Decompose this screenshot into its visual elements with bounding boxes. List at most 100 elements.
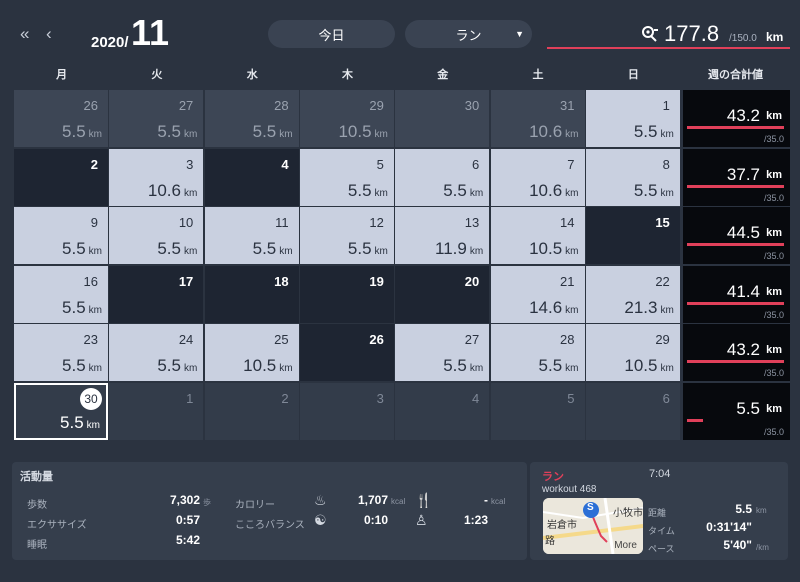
calendar-day-cell[interactable]: 11 5.5 km	[204, 207, 299, 264]
calendar-day-cell[interactable]: 4	[395, 382, 490, 440]
day-distance-value: 5.5	[443, 356, 467, 375]
calendar-day-cell[interactable]: 25 10.5 km	[204, 324, 299, 381]
calendar-day-cell[interactable]: 6	[585, 382, 680, 440]
run-panel[interactable]: ラン 7:04 workout 468 S 岩倉市 小牧市 路 More 距離 …	[530, 462, 788, 560]
today-button[interactable]: 今日	[268, 20, 395, 48]
calendar-day-cell[interactable]: 26 5.5 km	[14, 90, 108, 147]
weekday-wed: 水	[246, 69, 258, 81]
calendar-day-cell[interactable]: 16 5.5 km	[14, 265, 108, 323]
day-distance-unit: km	[279, 129, 293, 140]
calendar-day-cell[interactable]: 14 10.5 km	[490, 207, 585, 264]
day-number: 2	[90, 156, 98, 172]
day-number: 22	[655, 273, 670, 289]
activity-panel[interactable]: 活動量 歩数 7,302 歩 エクササイズ 0:57 睡眠 5:42 カロリー …	[12, 462, 527, 560]
calendar-day-cell[interactable]: 5	[490, 382, 585, 440]
day-distance: 10.5 km	[338, 122, 387, 142]
calendar-day-cell[interactable]: 15	[585, 207, 680, 264]
day-distance-unit: km	[565, 129, 579, 140]
calendar-day-cell[interactable]: 30 5.5 km	[14, 382, 108, 440]
week-goal: /35.0	[763, 368, 784, 378]
calendar-day-cell[interactable]: 4	[204, 148, 299, 206]
calendar-day-cell[interactable]: 27 5.5 km	[395, 324, 490, 381]
exercise-value: 0:57	[175, 513, 200, 527]
day-number: 26	[83, 98, 98, 113]
day-number: 31	[560, 98, 575, 113]
route-map[interactable]: S 岩倉市 小牧市 路 More	[543, 498, 643, 554]
day-number: 29	[655, 332, 670, 347]
calendar-day-cell[interactable]: 17	[109, 265, 204, 323]
calendar-day-cell[interactable]: 12 5.5 km	[299, 207, 394, 264]
week-progress-bar	[687, 126, 784, 129]
day-distance-unit: km	[565, 363, 579, 374]
calendar-day-cell[interactable]: 31 10.6 km	[490, 90, 585, 147]
map-more-link[interactable]: More	[614, 540, 637, 551]
calendar-day-cell[interactable]: 28 5.5 km	[490, 324, 585, 381]
day-distance-unit: km	[88, 246, 102, 257]
day-distance: 10.6 km	[529, 122, 578, 142]
week-total-cell[interactable]: 37.7 km/35.0	[683, 148, 790, 206]
week-total-unit: km	[766, 285, 782, 298]
day-distance-value: 10.5	[243, 356, 277, 375]
day-distance: 5.5 km	[60, 413, 100, 433]
day-number: 30	[80, 387, 102, 410]
day-distance: 5.5 km	[157, 356, 197, 376]
calendar-day-cell[interactable]: 19	[299, 265, 394, 323]
time-value: 0:31'14"	[706, 520, 752, 534]
calendar-day-cell[interactable]: 2	[204, 382, 299, 440]
activity-type-select[interactable]: ラン ▼	[405, 20, 532, 48]
day-number: 28	[274, 98, 289, 113]
day-number: 10	[178, 215, 194, 230]
week-total-cell[interactable]: 43.2 km/35.0	[683, 90, 790, 147]
day-distance-unit: km	[88, 304, 102, 316]
calendar-day-cell[interactable]: 27 5.5 km	[109, 90, 204, 147]
calendar-day-cell[interactable]: 5 5.5 km	[299, 148, 394, 206]
calendar-day-cell[interactable]: 29 10.5 km	[585, 324, 680, 381]
top-bar: « ‹ 2020/ 11 今日 ラン ▼ 177.8 /150.0 km	[0, 0, 800, 62]
week-progress-bar	[687, 418, 703, 422]
calendar-day-cell[interactable]: 8 5.5 km	[585, 148, 680, 206]
week-total-cell[interactable]: 44.5 km/35.0	[683, 207, 790, 264]
calendar-day-cell[interactable]: 3 10.6 km	[109, 148, 204, 206]
day-number: 29	[369, 98, 384, 113]
calendar-day-cell[interactable]: 1	[109, 382, 204, 440]
calorie-label: カロリー	[235, 500, 275, 511]
pace-label: ペース	[648, 544, 675, 554]
weekday-mon: 月	[56, 69, 68, 81]
calendar-day-cell[interactable]: 18	[204, 265, 299, 323]
fork-knife-icon: 🍴	[415, 492, 433, 508]
calendar-day-cell[interactable]: 24 5.5 km	[109, 324, 204, 381]
run-location-icon	[642, 26, 658, 42]
calendar-day-cell[interactable]: 6 5.5 km	[395, 148, 490, 206]
calendar-day-cell[interactable]: 3	[299, 382, 394, 440]
day-distance-value: 5.5	[62, 356, 86, 375]
calendar-day-cell[interactable]: 29 10.5 km	[299, 90, 394, 147]
calendar-day-cell[interactable]: 10 5.5 km	[109, 207, 204, 264]
monthly-total-unit: km	[766, 30, 784, 44]
day-number: 15	[655, 215, 670, 230]
chevron-left-icon[interactable]: ‹	[46, 24, 52, 44]
calendar-day-cell[interactable]: 21 14.6 km	[490, 265, 585, 323]
calendar-day-cell[interactable]: 9 5.5 km	[14, 207, 108, 264]
double-chevron-left-icon[interactable]: «	[20, 24, 29, 44]
intake-value: -	[484, 493, 488, 507]
calendar-day-cell[interactable]: 28 5.5 km	[204, 90, 299, 147]
week-progress-bar	[687, 360, 784, 363]
calendar-day-cell[interactable]: 26	[299, 324, 394, 381]
day-distance-value: 5.5	[60, 412, 84, 432]
calendar-day-cell[interactable]: 13 11.9 km	[395, 207, 490, 264]
calendar-day-cell[interactable]: 22 21.3 km	[585, 265, 680, 323]
week-total-cell[interactable]: 5.5 km/35.0	[683, 382, 790, 440]
week-total-cell[interactable]: 41.4 km/35.0	[683, 265, 790, 323]
calendar-day-cell[interactable]: 20	[395, 265, 490, 323]
calendar-day-cell[interactable]: 1 5.5 km	[585, 90, 680, 147]
calendar-day-cell[interactable]: 23 5.5 km	[14, 324, 108, 381]
calendar-day-cell[interactable]: 30	[395, 90, 490, 147]
week-goal: /35.0	[763, 192, 784, 203]
calendar-day-cell[interactable]: 2	[14, 148, 108, 206]
day-distance: 5.5 km	[157, 122, 197, 142]
calendar-day-cell[interactable]: 7 10.6 km	[490, 148, 585, 206]
day-number: 2	[281, 390, 289, 406]
day-number: 11	[275, 215, 289, 230]
day-distance: 5.5 km	[443, 181, 483, 201]
week-total-cell[interactable]: 43.2 km/35.0	[683, 324, 790, 381]
